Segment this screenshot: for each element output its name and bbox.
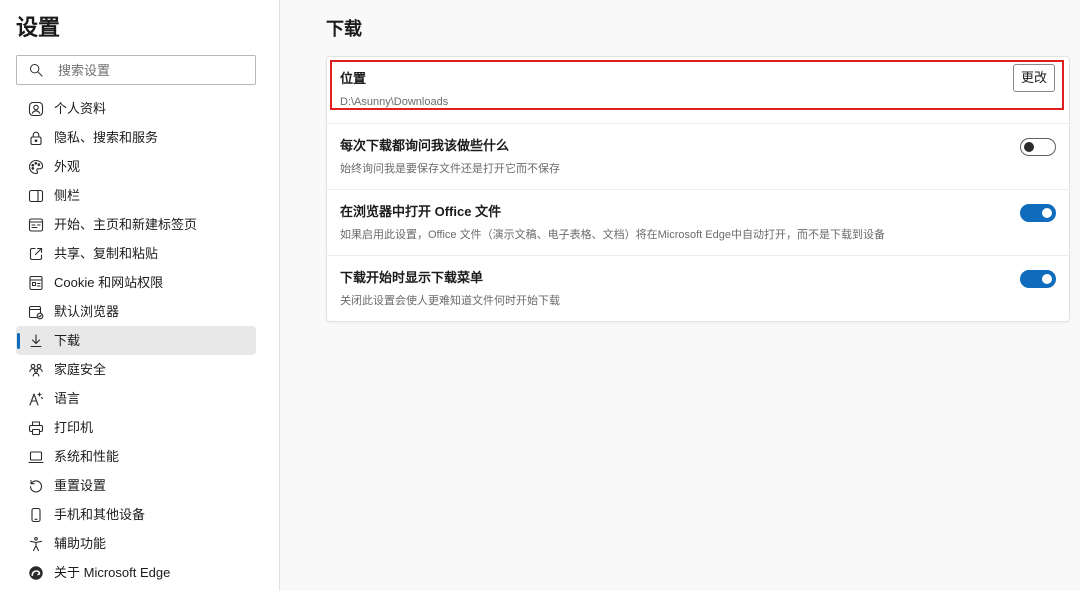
location-title: 位置 xyxy=(340,71,367,86)
sidebar-item-profiles[interactable]: 个人资料 xyxy=(16,94,256,123)
show-downloads-menu-title: 下载开始时显示下载菜单 xyxy=(340,270,484,285)
sidebar-item-default-browser[interactable]: 默认浏览器 xyxy=(16,297,256,326)
sidebar-item-appearance[interactable]: 外观 xyxy=(16,152,256,181)
sidebar-item-label: 侧栏 xyxy=(54,187,81,203)
change-location-button[interactable]: 更改 xyxy=(1013,64,1055,92)
page-title: 下载 xyxy=(326,19,362,39)
open-office-files-description: 如果启用此设置，Office 文件（演示文稿、电子表格、文档）将在Microso… xyxy=(340,229,885,241)
sidebar-item-label: 系统和性能 xyxy=(54,448,120,464)
location-path: D:\Asunny\Downloads xyxy=(340,96,449,108)
share-icon xyxy=(29,247,43,260)
language-icon xyxy=(29,391,44,406)
sidebar-item-system-performance[interactable]: 系统和性能 xyxy=(16,442,256,471)
sidebar-item-reset-settings[interactable]: 重置设置 xyxy=(16,471,256,500)
downloads-settings-card: 位置 D:\Asunny\Downloads 更改 每次下载都询问我该做些什么 … xyxy=(326,56,1070,322)
sidebar-item-label: 关于 Microsoft Edge xyxy=(54,564,171,580)
site-permissions-icon xyxy=(29,275,43,290)
toggle-knob xyxy=(1042,274,1052,284)
sidebar-item-languages[interactable]: 语言 xyxy=(16,384,256,413)
sidebar-item-label: 个人资料 xyxy=(54,100,107,116)
ask-each-download-row: 每次下载都询问我该做些什么 始终询问我是要保存文件还是打开它而不保存 xyxy=(327,123,1069,189)
show-downloads-menu-description: 关闭此设置会使人更难知道文件何时开始下载 xyxy=(340,295,560,307)
ask-each-download-toggle[interactable] xyxy=(1020,138,1056,156)
selected-indicator xyxy=(17,333,20,349)
open-office-files-row: 在浏览器中打开 Office 文件 如果启用此设置，Office 文件（演示文稿… xyxy=(327,189,1069,255)
ask-each-download-title: 每次下载都询问我该做些什么 xyxy=(340,138,510,153)
edge-logo-icon xyxy=(29,565,43,580)
ask-each-download-description: 始终询问我是要保存文件还是打开它而不保存 xyxy=(340,163,560,175)
laptop-icon xyxy=(28,450,44,463)
sidebar-item-phone-devices[interactable]: 手机和其他设备 xyxy=(16,500,256,529)
sidebar-item-label: 手机和其他设备 xyxy=(54,506,146,522)
sidebar-item-accessibility[interactable]: 辅助功能 xyxy=(16,529,256,558)
open-office-files-title: 在浏览器中打开 Office 文件 xyxy=(340,204,502,219)
sidebar-item-privacy[interactable]: 隐私、搜索和服务 xyxy=(16,123,256,152)
sidebar-item-share-copy-paste[interactable]: 共享、复制和粘贴 xyxy=(16,239,256,268)
printer-icon xyxy=(28,420,44,435)
sidebar: 设置 个人资料 隐私、搜索和服务 外观 xyxy=(0,0,280,591)
sidebar-item-sidebar[interactable]: 侧栏 xyxy=(16,181,256,210)
sidebar-icon xyxy=(28,189,44,202)
palette-icon xyxy=(28,159,44,174)
location-row: 位置 D:\Asunny\Downloads 更改 xyxy=(327,57,1069,123)
sidebar-item-label: 隐私、搜索和服务 xyxy=(54,129,159,145)
toggle-knob xyxy=(1042,208,1052,218)
search-box[interactable] xyxy=(16,55,256,85)
open-office-files-toggle[interactable] xyxy=(1020,204,1056,222)
sidebar-item-family-safety[interactable]: 家庭安全 xyxy=(16,355,256,384)
family-icon xyxy=(29,363,43,377)
download-icon xyxy=(30,333,42,347)
sidebar-item-label: 语言 xyxy=(54,390,81,406)
show-downloads-menu-row: 下载开始时显示下载菜单 关闭此设置会使人更难知道文件何时开始下载 xyxy=(327,255,1069,321)
sidebar-item-label: 打印机 xyxy=(54,419,94,435)
sidebar-item-about-edge[interactable]: 关于 Microsoft Edge xyxy=(16,558,256,587)
main-content: 下载 位置 D:\Asunny\Downloads 更改 每次下载都询问我该做些… xyxy=(280,0,1080,591)
sidebar-item-start-home-newtab[interactable]: 开始、主页和新建标签页 xyxy=(16,210,256,239)
sidebar-item-label: 辅助功能 xyxy=(54,535,107,551)
sidebar-item-label: 家庭安全 xyxy=(54,361,107,377)
lock-icon xyxy=(30,131,42,145)
sidebar-item-label: 默认浏览器 xyxy=(54,303,120,319)
sidebar-item-label: Cookie 和网站权限 xyxy=(54,274,164,290)
search-input[interactable] xyxy=(58,56,248,84)
sidebar-nav: 个人资料 隐私、搜索和服务 外观 侧栏 开始、主页和新建标签页 共享、复制和粘贴… xyxy=(16,94,256,587)
sidebar-item-downloads[interactable]: 下载 xyxy=(16,326,256,355)
toggle-knob xyxy=(1024,142,1034,152)
sidebar-item-label: 下载 xyxy=(54,332,81,348)
show-downloads-menu-toggle[interactable] xyxy=(1020,270,1056,288)
default-browser-icon xyxy=(28,305,44,319)
sidebar-item-cookies-permissions[interactable]: Cookie 和网站权限 xyxy=(16,268,256,297)
sidebar-item-printers[interactable]: 打印机 xyxy=(16,413,256,442)
sidebar-item-label: 共享、复制和粘贴 xyxy=(54,245,159,261)
start-page-icon xyxy=(28,217,44,232)
sidebar-item-label: 外观 xyxy=(54,158,81,174)
settings-title: 设置 xyxy=(16,15,61,40)
sidebar-item-label: 重置设置 xyxy=(54,477,107,493)
phone-icon xyxy=(31,507,41,522)
accessibility-icon xyxy=(29,536,43,551)
sidebar-item-label: 开始、主页和新建标签页 xyxy=(54,216,198,232)
profile-icon xyxy=(28,101,44,116)
reset-icon xyxy=(29,479,43,492)
search-icon xyxy=(30,64,43,77)
